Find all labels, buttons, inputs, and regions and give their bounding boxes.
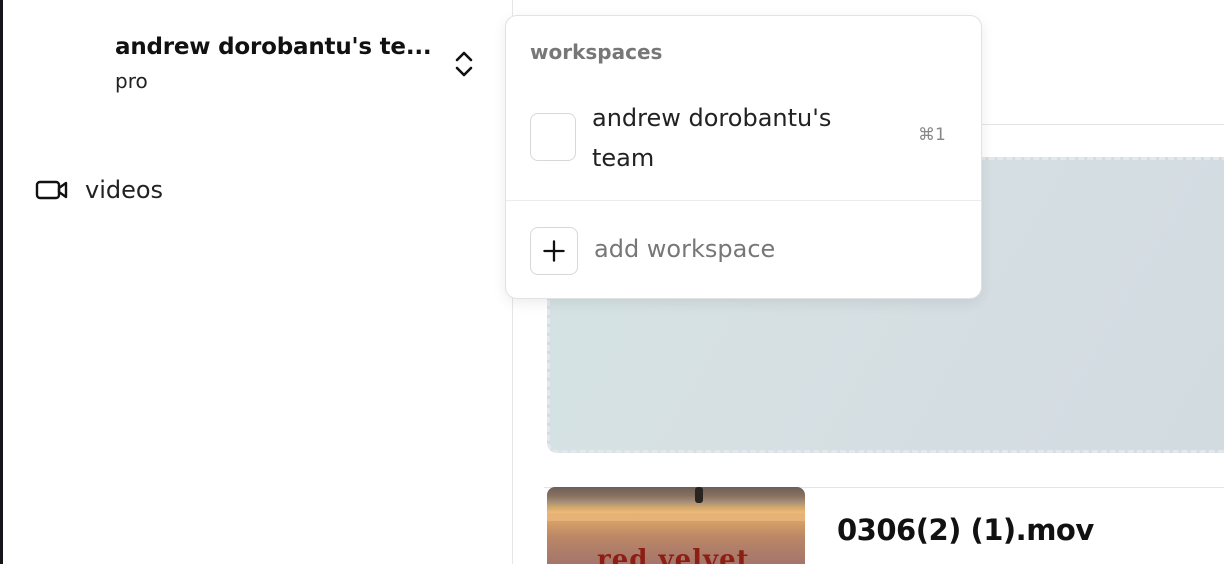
thumbnail-rail — [547, 515, 805, 521]
plus-icon — [530, 227, 578, 275]
team-switcher[interactable]: andrew dorobantu's te... pro — [99, 22, 489, 102]
dropdown-separator — [506, 200, 981, 201]
add-workspace-label: add workspace — [594, 235, 776, 263]
dropdown-header: workspaces — [530, 40, 663, 64]
thumbnail-figure — [695, 487, 703, 503]
video-camera-icon — [35, 180, 68, 200]
sidebar-item-videos[interactable]: videos — [33, 170, 233, 210]
workspace-item[interactable]: andrew dorobantu's team ⌘1 — [506, 96, 981, 206]
add-workspace-button[interactable]: add workspace — [506, 221, 981, 281]
video-title[interactable]: 0306(2) (1).mov — [837, 513, 1094, 547]
workspace-avatar — [530, 113, 576, 161]
sidebar: andrew dorobantu's te... pro videos — [3, 0, 513, 564]
team-plan: pro — [115, 69, 148, 93]
workspace-shortcut: ⌘1 — [918, 125, 946, 145]
workspace-name: andrew dorobantu's team — [592, 104, 832, 172]
team-name: andrew dorobantu's te... — [115, 34, 432, 60]
workspace-dropdown: workspaces andrew dorobantu's team ⌘1 ad… — [505, 15, 982, 299]
video-list-item[interactable]: red velvet 0306(2) (1).mov — [547, 487, 1224, 564]
thumbnail-text: red velvet — [597, 545, 750, 564]
video-thumbnail[interactable]: red velvet — [547, 487, 805, 564]
sidebar-item-label: videos — [85, 176, 164, 204]
chevron-up-down-icon[interactable] — [449, 48, 479, 80]
